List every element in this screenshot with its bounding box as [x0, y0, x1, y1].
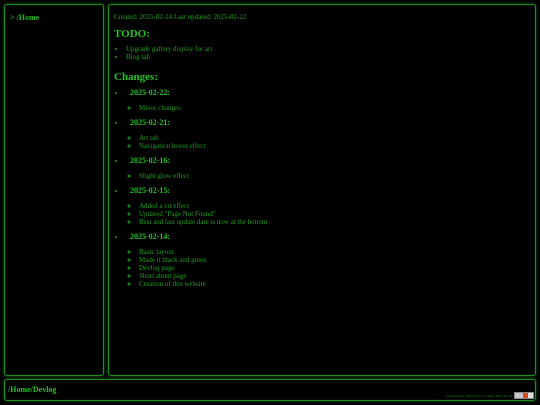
- changelog-list: 2025-02-22: Minor changes 2025-02-21: Ar…: [114, 88, 529, 288]
- changes-heading: Changes:: [114, 71, 159, 83]
- todo-item: Upgrade gallery display for art: [126, 45, 529, 53]
- devlog-content: Created: 2025-02-14 Last updated: 2025-0…: [114, 13, 529, 294]
- breadcrumb: /Home/Devlog: [8, 385, 57, 394]
- todo-list: Upgrade gallery display for art Blog tab: [114, 45, 529, 61]
- change-item: Slight glow effect: [139, 172, 529, 180]
- todo-heading: TODO:: [114, 28, 150, 40]
- changelog-items: Art tab Navigation hover effect: [126, 134, 529, 150]
- change-item: Navigation hover effect: [139, 142, 529, 150]
- change-item: Made it black and green: [139, 256, 529, 264]
- changelog-date: 2025-02-22:: [130, 88, 170, 97]
- change-item: Minor changes: [139, 104, 529, 112]
- changelog-entry: 2025-02-15: Added a crt effect Updated "…: [126, 186, 529, 226]
- change-item: Basic layout: [139, 248, 529, 256]
- changelog-entry: 2025-02-22: Minor changes: [126, 88, 529, 112]
- changelog-items: Minor changes: [126, 104, 529, 112]
- footer-dates: Last updated: 2025-02-22 Created: 2025-0…: [445, 394, 512, 398]
- changelog-items: Slight glow effect: [126, 172, 529, 180]
- page-dates: Created: 2025-02-14 Last updated: 2025-0…: [114, 13, 247, 21]
- changelog-date: 2025-02-21:: [130, 118, 170, 127]
- main-panel: Created: 2025-02-14 Last updated: 2025-0…: [108, 4, 536, 376]
- changelog-date: 2025-02-14:: [130, 232, 170, 241]
- todo-item: Blog tab: [126, 53, 529, 61]
- site-badge-icon[interactable]: [514, 392, 534, 399]
- changelog-date: 2025-02-15:: [130, 186, 170, 195]
- change-item: Creation of this website: [139, 280, 529, 288]
- footer-bar: /Home/Devlog Last updated: 2025-02-22 Cr…: [4, 379, 536, 401]
- changelog-items: Added a crt effect Updated "Page Not Fou…: [126, 202, 529, 226]
- changelog-date: 2025-02-16:: [130, 156, 170, 165]
- sidebar-panel: > /Home: [4, 4, 104, 376]
- change-item: Short about page: [139, 272, 529, 280]
- nav-link-home[interactable]: > /Home: [10, 13, 39, 22]
- change-item: Art tab: [139, 134, 529, 142]
- change-item: Updated "Page Not Found": [139, 210, 529, 218]
- changelog-entry: 2025-02-21: Art tab Navigation hover eff…: [126, 118, 529, 150]
- change-item: Added a crt effect: [139, 202, 529, 210]
- change-item: Devlog page: [139, 264, 529, 272]
- changelog-entry: 2025-02-16: Slight glow effect: [126, 156, 529, 180]
- changelog-entry: 2025-02-14: Basic layout Made it black a…: [126, 232, 529, 288]
- change-item: Best and last update date is now at the …: [139, 218, 529, 226]
- changelog-items: Basic layout Made it black and green Dev…: [126, 248, 529, 288]
